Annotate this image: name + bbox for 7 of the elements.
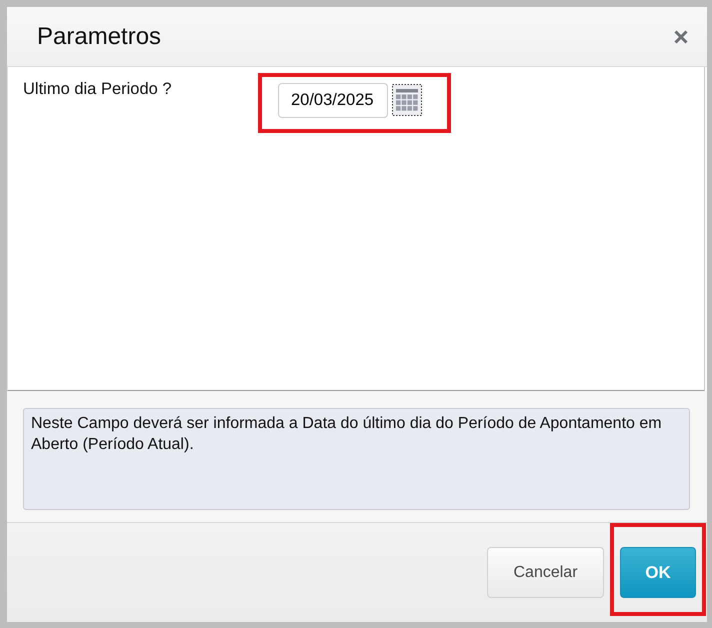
cancel-button[interactable]: Cancelar — [487, 547, 604, 598]
field-label: Ultimo dia Periodo ? — [23, 80, 173, 99]
calendar-icon[interactable] — [392, 84, 422, 116]
help-text: Neste Campo deverá ser informada a Data do último dia do Período de Apontamento em Aberto (Período Atual). — [23, 408, 690, 510]
dialog-title: Parametros — [37, 22, 162, 50]
close-icon[interactable] — [674, 30, 688, 44]
date-input[interactable]: 20/03/2025 — [278, 83, 388, 118]
